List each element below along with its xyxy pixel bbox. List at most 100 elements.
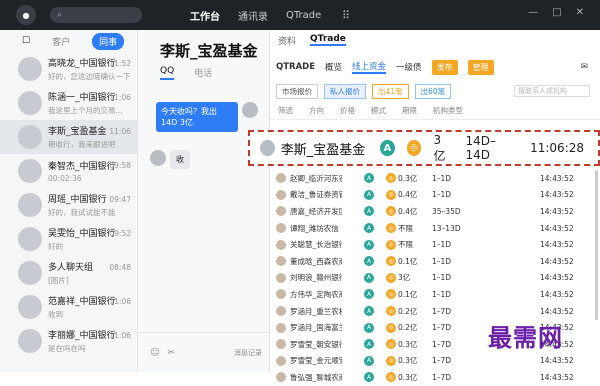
tab-customers[interactable]: 客户 [52,35,70,48]
subtab-online-funds[interactable]: 线上资金 [352,60,387,74]
market-quote-tab[interactable]: 市场报价 [276,83,318,99]
tab-profile[interactable]: 资料 [278,34,296,47]
col-mode[interactable]: 模式 [371,105,386,116]
nav-contacts[interactable]: 通讯录 [238,8,268,23]
emoji-icon[interactable]: ☺ [150,348,159,358]
row-amount: 0.4亿 [398,206,418,216]
col-term[interactable]: 期限 [402,105,417,116]
search-input[interactable]: ⌕ [50,7,142,23]
quote-row[interactable]: 戴洁_鲁证券资管 A ◎ 0.4亿 1–1D 14:43:52 [270,187,600,204]
conversation-item[interactable]: 秦智杰_中国银行 00:02:36 09:58 [0,154,137,188]
coin-icon: ◎ [386,339,396,350]
row-amount: 不限 [398,223,413,233]
conversation-item[interactable]: 周瑶_中国银行 好的，我试试能不能 09:47 [0,188,137,222]
chat-panel: 李斯_宝盈基金 QQ 电话 今天收吗？我出14D 3亿 收 ☺ ✂ 消息记录 [138,30,270,372]
conversation-item[interactable]: 多人聊天组 [图片] 08:48 [0,256,137,290]
quote-row[interactable]: 谭翔_潍坊农信 A ◎ 不限 13–13D 14:43:52 [270,220,600,237]
manage-button[interactable]: 管理 [467,59,494,75]
quote-row[interactable]: 方伟华_定陶农商行 A ◎ 0.1亿 1–1D 14:43:52 [270,286,600,303]
tab-qtrade[interactable]: QTrade [310,34,346,46]
col-price[interactable]: 价格 [340,105,355,116]
conversation-item[interactable]: 范嘉祥_中国银行 收到 11:06 [0,290,137,324]
conversation-name: 多人聊天组 [48,263,94,273]
conversation-preview: 我这里上个月的交易... [48,106,123,115]
row-amount: 不限 [398,240,413,250]
conversation-preview: [图片] [48,276,69,285]
search-icon: ⌕ [57,10,63,20]
row-term: 1–1D [432,190,452,200]
conversation-sidebar: ☐ 客户 同事 高晓龙_中国银行 好的，您这边晓确认一下 11:52 陈涵一_中… [0,30,138,372]
minimize-button[interactable]: — [528,7,538,18]
quote-row[interactable]: 刘明浪_赣州银行 A ◎ 3亿 1–1D 14:43:52 [270,270,600,287]
filter-icon[interactable]: ☐ [22,36,30,46]
quote-row[interactable]: 关聪慧_长治银行 A ◎ 不限 1–1D 14:43:52 [270,236,600,253]
row-time: 14:43:52 [540,256,574,266]
private-quote-tab[interactable]: 私人报价 [324,83,366,99]
a-badge-icon: A [364,339,374,350]
avatar [276,272,286,283]
avatar [276,239,286,250]
out-41-filter[interactable]: 出41笔 [372,83,409,99]
history-link[interactable]: 消息记录 [234,348,262,358]
quote-time: 11:06:28 [530,141,585,155]
col-filter[interactable]: 筛选 [278,105,293,116]
tab-phone[interactable]: 电话 [194,66,212,80]
row-term: 1–7D [432,356,452,366]
row-time: 14:43:52 [540,273,574,283]
quote-row[interactable]: 罗涵月_重兰农村... A ◎ 0.2亿 1–7D 14:43:52 [270,303,600,320]
col-direction[interactable]: 方向 [309,105,324,116]
nav-workbench[interactable]: 工作台 [190,8,220,23]
avatar [18,159,42,183]
a-badge-icon: A [380,140,395,156]
conversation-item[interactable]: 李斯_宝盈基金 期收行，我来跟进吧 11:06 [0,120,137,154]
mail-icon[interactable]: ✉ [581,62,588,72]
row-time: 14:43:52 [540,173,574,183]
coin-icon: ◎ [386,355,396,366]
a-badge-icon: A [364,355,374,366]
quote-search-input[interactable]: 搜联系人或机构 [514,85,590,97]
conversation-item[interactable]: 高晓龙_中国银行 好的，您这边晓确认一下 11:52 [0,52,137,86]
scissors-icon[interactable]: ✂ [167,348,175,358]
row-term: 1–1D [432,240,452,250]
avatar [18,91,42,115]
chat-toolbar: ☺ ✂ 消息记录 [138,332,270,372]
conversation-time: 11:06 [109,127,131,136]
qtrade-header: QTRADE 概览 线上资金 一级债 发布 管理 ✉ [270,56,600,78]
avatar [18,261,42,285]
maximize-button[interactable]: □ [552,7,561,18]
avatar [18,193,42,217]
tab-qq[interactable]: QQ [160,66,175,80]
close-button[interactable]: ✕ [576,7,584,18]
row-time: 14:43:52 [540,372,574,382]
col-institution[interactable]: 机构类型 [433,105,463,116]
outgoing-message: 今天收吗？我出14D 3亿 [156,102,238,132]
conversation-item[interactable]: 吴雯怡_中国银行 好的 09:52 [0,222,137,256]
row-time: 14:43:52 [540,190,574,200]
tab-colleagues[interactable]: 同事 [92,32,125,50]
quote-row[interactable]: 唐嘉_经济开发区... A ◎ 0.4亿 35–35D 14:43:52 [270,203,600,220]
quote-row[interactable]: 赵卿_临沂河东农商 A ◎ 0.3亿 1–1D 14:43:52 [270,170,600,187]
subtab-overview[interactable]: 概览 [325,61,342,73]
conversation-item[interactable]: 李丽娜_中国银行 是在吗在吗 11:06 [0,324,137,358]
quote-row[interactable]: 罗雪莹_金元顺安 A ◎ 0.3亿 1–7D 14:43:52 [270,353,600,370]
row-time: 14:43:52 [540,289,574,299]
row-time: 14:43:52 [540,223,574,233]
qtrade-logo: QTRADE [276,62,316,72]
nav-qtrade[interactable]: QTrade [286,10,321,21]
out-60-filter[interactable]: 出60笔 [414,83,452,99]
conversation-time: 09:47 [109,195,131,204]
row-amount: 0.3亿 [398,339,418,349]
conversation-item[interactable]: 陈涵一_中国银行 我这里上个月的交易... 11:06 [0,86,137,120]
quote-row[interactable]: 董成晗_西森农商行 A ◎ 0.1亿 1–1D 14:43:52 [270,253,600,270]
conversation-name: 吴雯怡_中国银行 [48,229,116,239]
conversation-list: 高晓龙_中国银行 好的，您这边晓确认一下 11:52 陈涵一_中国银行 我这里上… [0,52,137,358]
user-avatar[interactable]: ● [16,5,36,25]
scrollbar[interactable] [595,170,598,320]
highlighted-quote[interactable]: 李斯_宝盈基金 A ◎ 3亿 14D–14D 11:06:28 [248,130,600,166]
subtab-primary-bond[interactable]: 一级债 [396,61,422,73]
avatar [276,306,286,317]
apps-grid-icon[interactable]: ⠿ [342,9,350,22]
row-amount: 0.4亿 [398,190,418,200]
publish-button[interactable]: 发布 [431,59,458,75]
conversation-time: 09:58 [109,161,131,170]
